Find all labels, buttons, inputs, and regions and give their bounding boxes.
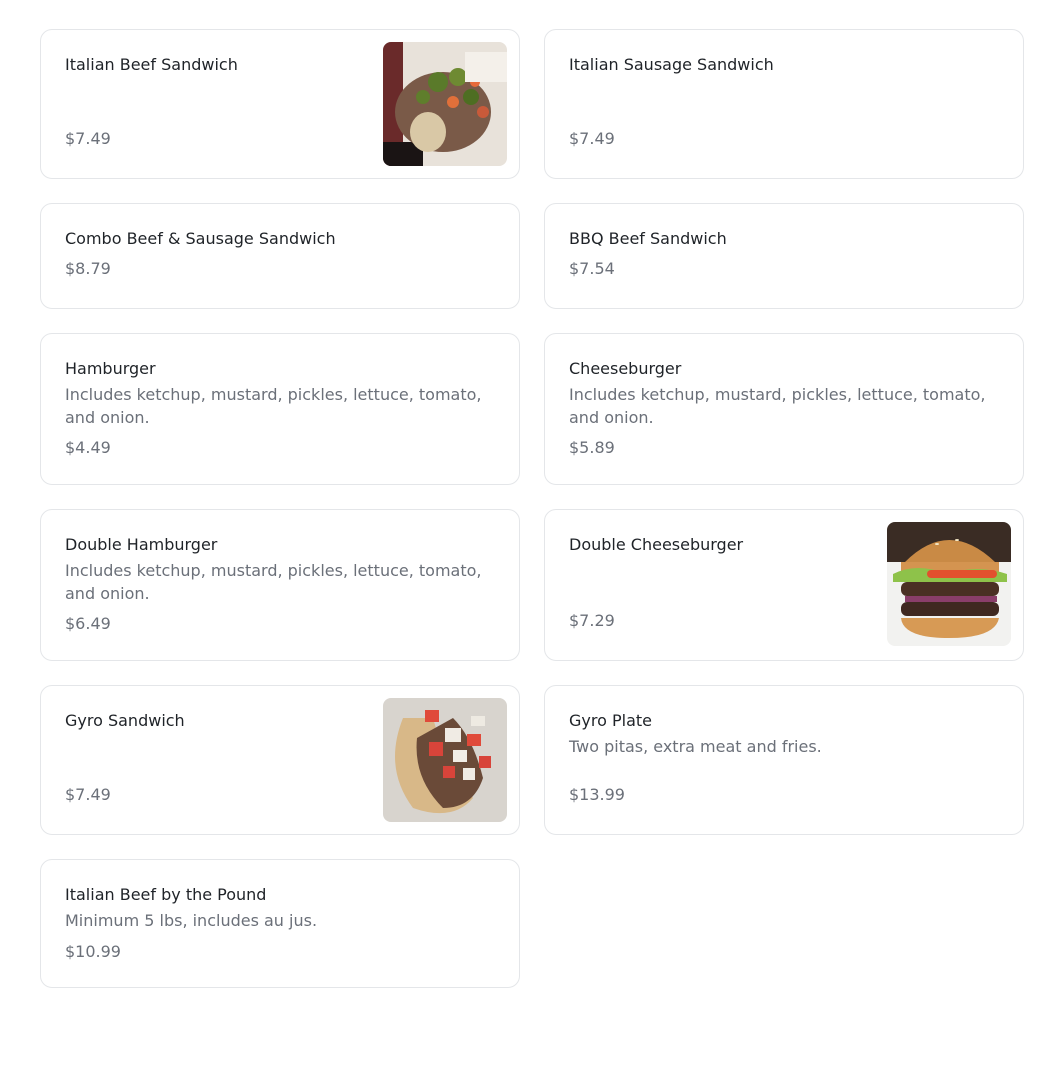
- menu-item-price: $7.49: [65, 129, 111, 148]
- italian-beef-photo: [383, 42, 507, 166]
- menu-item-price: $7.29: [569, 611, 615, 630]
- menu-item-description: Includes ketchup, mustard, pickles, lett…: [65, 385, 482, 427]
- menu-grid: Italian Beef Sandwich $7.49 Italian Saus…: [40, 29, 1024, 988]
- menu-item-price: $7.54: [569, 259, 615, 278]
- menu-item-card[interactable]: Italian Beef by the Pound Minimum 5 lbs,…: [40, 859, 520, 988]
- menu-item-description: Two pitas, extra meat and fries.: [569, 737, 822, 756]
- menu-item-card[interactable]: Hamburger Includes ketchup, mustard, pic…: [40, 333, 520, 485]
- menu-item-price: $5.89: [569, 438, 615, 457]
- menu-item-price: $7.49: [65, 785, 111, 804]
- menu-item-card[interactable]: Double Hamburger Includes ketchup, musta…: [40, 509, 520, 661]
- menu-item-price: $13.99: [569, 785, 625, 804]
- menu-item-price: $8.79: [65, 259, 111, 278]
- menu-item-price: $4.49: [65, 438, 111, 457]
- menu-item-title: Italian Beef by the Pound: [65, 885, 267, 904]
- menu-item-description: Includes ketchup, mustard, pickles, lett…: [65, 561, 482, 603]
- menu-item-title: Double Hamburger: [65, 535, 218, 554]
- double-cheeseburger-photo: [887, 522, 1011, 646]
- menu-item-title: Combo Beef & Sausage Sandwich: [65, 229, 336, 248]
- menu-item-card[interactable]: Double Cheeseburger $7.29: [544, 509, 1024, 661]
- menu-item-card[interactable]: Combo Beef & Sausage Sandwich $8.79: [40, 203, 520, 309]
- menu-item-title: Gyro Sandwich: [65, 711, 185, 730]
- menu-item-title: Italian Beef Sandwich: [65, 55, 238, 74]
- menu-item-card[interactable]: Italian Beef Sandwich $7.49: [40, 29, 520, 179]
- menu-item-card[interactable]: Gyro Plate Two pitas, extra meat and fri…: [544, 685, 1024, 835]
- menu-item-description: Includes ketchup, mustard, pickles, lett…: [569, 385, 986, 427]
- menu-item-card[interactable]: Cheeseburger Includes ketchup, mustard, …: [544, 333, 1024, 485]
- menu-item-title: BBQ Beef Sandwich: [569, 229, 727, 248]
- menu-item-card[interactable]: Italian Sausage Sandwich $7.49: [544, 29, 1024, 179]
- menu-item-card[interactable]: Gyro Sandwich $7.49: [40, 685, 520, 835]
- gyro-sandwich-photo: [383, 698, 507, 822]
- menu-item-price: $7.49: [569, 129, 615, 148]
- menu-item-price: $10.99: [65, 941, 121, 961]
- menu-item-title: Double Cheeseburger: [569, 535, 744, 554]
- menu-item-title: Gyro Plate: [569, 711, 652, 730]
- menu-item-price: $6.49: [65, 614, 111, 633]
- menu-item-card[interactable]: BBQ Beef Sandwich $7.54: [544, 203, 1024, 309]
- menu-item-description: Minimum 5 lbs, includes au jus.: [65, 911, 318, 930]
- menu-item-title: Italian Sausage Sandwich: [569, 55, 774, 74]
- menu-item-title: Cheeseburger: [569, 359, 682, 378]
- menu-item-title: Hamburger: [65, 359, 156, 378]
